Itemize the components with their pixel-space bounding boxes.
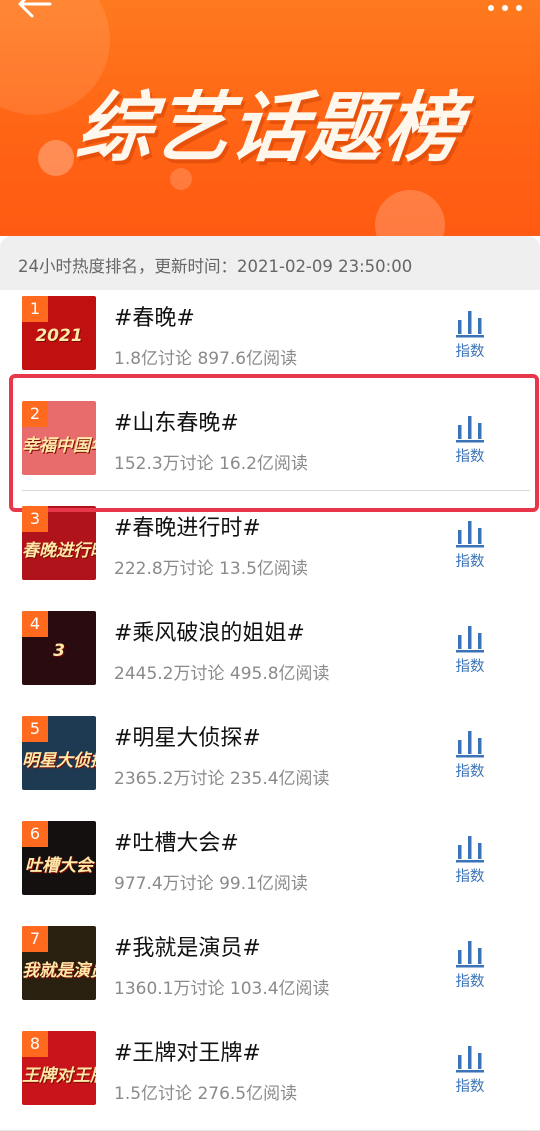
index-button[interactable]: 指数 [444,623,496,683]
rank-badge: 5 [22,716,48,742]
topic-title[interactable]: #山东春晚# [114,405,239,437]
row-divider [22,490,530,491]
index-label: 指数 [455,764,485,780]
topic-thumbnail[interactable]: 5 明星大侦探 [22,716,96,790]
topic-thumbnail[interactable]: 6 吐槽大会 [22,821,96,895]
topic-thumbnail[interactable]: 1 2021 [22,296,96,370]
index-button[interactable]: 指数 [444,518,496,578]
list-item[interactable]: 6 吐槽大会 #吐槽大会# 977.4万讨论 99.1亿阅读 指数 [0,815,540,921]
index-label: 指数 [455,1079,485,1095]
bar-chart-icon [456,416,484,443]
back-button[interactable] [14,0,54,24]
rank-badge: 6 [22,821,48,847]
bar-chart-icon [456,941,484,968]
rank-badge: 2 [22,401,48,427]
index-label: 指数 [455,449,485,465]
thumbnail-caption: 我就是演员 [22,961,96,981]
index-button[interactable]: 指数 [444,413,496,473]
topic-stats: 2365.2万讨论 235.4亿阅读 [114,769,330,789]
topic-thumbnail[interactable]: 4 3 [22,611,96,685]
rank-badge: 7 [22,926,48,952]
page-title: 综艺话题榜 [72,83,467,172]
index-label: 指数 [455,974,485,990]
bar-chart-icon [456,1046,484,1073]
topic-thumbnail[interactable]: 7 我就是演员 [22,926,96,1000]
rank-badge: 1 [22,296,48,322]
topic-thumbnail[interactable]: 8 王牌对王牌 [22,1031,96,1105]
index-button[interactable]: 指数 [444,308,496,368]
bar-chart-icon [456,836,484,863]
update-info-bar: 24小时热度排名，更新时间：2021-02-09 23:50:00 [0,236,540,290]
list-item[interactable]: 4 3 #乘风破浪的姐姐# 2445.2万讨论 495.8亿阅读 指数 [0,605,540,711]
thumbnail-caption: 3 [53,641,65,661]
topic-title[interactable]: #春晚# [114,300,195,332]
topic-title[interactable]: #王牌对王牌# [114,1035,261,1067]
list-item[interactable]: 2 幸福中国年 #山东春晚# 152.3万讨论 16.2亿阅读 指数 [0,395,540,501]
decor-circle [375,190,445,236]
index-button[interactable]: 指数 [444,1043,496,1103]
topic-stats: 1360.1万讨论 103.4亿阅读 [114,979,330,999]
index-label: 指数 [455,554,485,570]
list-item[interactable]: 1 2021 #春晚# 1.8亿讨论 897.6亿阅读 指数 [0,290,540,396]
update-info-text: 24小时热度排名，更新时间：2021-02-09 23:50:00 [18,257,413,276]
bar-chart-icon [456,521,484,548]
arrow-left-icon [18,0,52,18]
thumbnail-caption: 吐槽大会 [25,856,93,876]
thumbnail-caption: 王牌对王牌 [22,1066,96,1086]
index-button[interactable]: 指数 [444,728,496,788]
thumbnail-caption: 明星大侦探 [22,751,96,771]
thumbnail-caption: 2021 [35,326,83,346]
topic-stats: 1.8亿讨论 897.6亿阅读 [114,349,298,369]
rank-badge: 3 [22,506,48,532]
header-banner: 综艺话题榜 [0,0,540,236]
more-button[interactable] [485,0,525,12]
topic-thumbnail[interactable]: 3 春晚进行时 [22,506,96,580]
rank-badge: 8 [22,1031,48,1057]
thumbnail-caption: 幸福中国年 [22,436,96,456]
list-item[interactable]: 7 我就是演员 #我就是演员# 1360.1万讨论 103.4亿阅读 指数 [0,920,540,1026]
index-label: 指数 [455,344,485,360]
topic-stats: 152.3万讨论 16.2亿阅读 [114,454,308,474]
topic-stats: 977.4万讨论 99.1亿阅读 [114,874,308,894]
topic-title[interactable]: #吐槽大会# [114,825,239,857]
bar-chart-icon [456,311,484,338]
bar-chart-icon [456,626,484,653]
rank-badge: 4 [22,611,48,637]
list-item[interactable]: 5 明星大侦探 #明星大侦探# 2365.2万讨论 235.4亿阅读 指数 [0,710,540,816]
list-item[interactable]: 8 王牌对王牌 #王牌对王牌# 1.5亿讨论 276.5亿阅读 指数 [0,1025,540,1131]
topic-title[interactable]: #我就是演员# [114,930,261,962]
index-button[interactable]: 指数 [444,938,496,998]
index-label: 指数 [455,659,485,675]
thumbnail-caption: 春晚进行时 [22,541,96,561]
topic-stats: 222.8万讨论 13.5亿阅读 [114,559,308,579]
topic-stats: 1.5亿讨论 276.5亿阅读 [114,1084,298,1104]
topic-thumbnail[interactable]: 2 幸福中国年 [22,401,96,475]
bar-chart-icon [456,731,484,758]
topic-title[interactable]: #明星大侦探# [114,720,261,752]
index-button[interactable]: 指数 [444,833,496,893]
more-dots-icon [488,5,522,11]
topic-title[interactable]: #春晚进行时# [114,510,261,542]
index-label: 指数 [455,869,485,885]
list-item[interactable]: 3 春晚进行时 #春晚进行时# 222.8万讨论 13.5亿阅读 指数 [0,500,540,606]
topic-stats: 2445.2万讨论 495.8亿阅读 [114,664,330,684]
topic-title[interactable]: #乘风破浪的姐姐# [114,615,305,647]
